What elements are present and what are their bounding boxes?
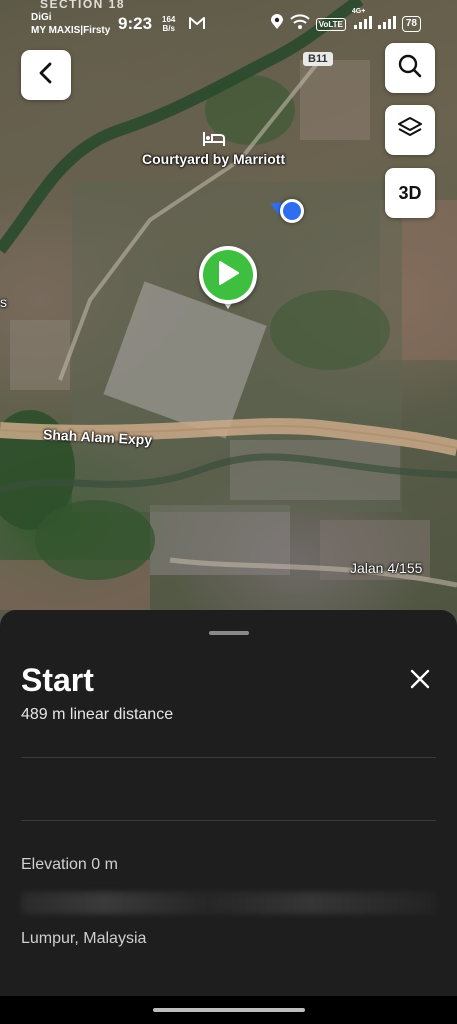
location-text: Lumpur, Malaysia [21, 930, 147, 947]
layers-icon [396, 115, 424, 146]
hotel-poi[interactable]: Courtyard by Marriott [140, 130, 290, 170]
wifi-icon [290, 13, 310, 35]
status-bar: SECTION 18 DiGi MY MAXIS|Firsty 9:23 164… [0, 0, 457, 42]
back-button[interactable] [21, 50, 71, 100]
route-shield: B11 [303, 52, 333, 66]
layers-button[interactable] [385, 105, 435, 155]
current-location-dot [280, 199, 304, 223]
volte-badge: VoLTE [315, 17, 346, 31]
home-indicator[interactable] [153, 1008, 305, 1012]
section-label: SECTION 18 [40, 0, 126, 11]
carrier-2: MY MAXIS|Firsty [31, 25, 111, 36]
signal-icon-2 [377, 14, 396, 35]
bottom-sheet: Start 489 m linear distance Elevation 0 … [0, 610, 457, 1024]
gmail-icon [188, 16, 206, 35]
chevron-left-icon [37, 61, 55, 90]
edge-label-fragment: s [0, 294, 7, 310]
location-icon [270, 13, 284, 35]
search-icon [397, 53, 423, 84]
3d-label: 3D [398, 182, 422, 203]
divider-1 [21, 757, 436, 758]
sheet-drag-handle[interactable] [209, 631, 249, 635]
3d-toggle-button[interactable]: 3D [385, 168, 435, 218]
net-speed: 164 B/s [162, 15, 175, 33]
network-type: 4G+ [351, 7, 366, 15]
start-pin-fill [203, 250, 253, 300]
search-button[interactable] [385, 43, 435, 93]
close-icon [409, 668, 431, 695]
battery-indicator: 78 [401, 16, 421, 32]
bed-icon [202, 130, 226, 153]
net-speed-unit: B/s [162, 24, 175, 33]
divider-2 [21, 820, 436, 821]
net-speed-value: 164 [162, 15, 176, 24]
hotel-label: Courtyard by Marriott [142, 151, 286, 167]
sheet-title: Start [21, 662, 94, 698]
elevation-text: Elevation 0 m [21, 856, 118, 873]
road-label: Jalan 4/155 [350, 560, 423, 576]
blurred-address [21, 892, 436, 914]
status-icons: VoLTE 4G+ 78 [270, 8, 421, 35]
clock: 9:23 [118, 14, 153, 33]
satellite-map[interactable]: B11 Courtyard by Marriott Shah Alam Expy… [0, 0, 457, 640]
carrier-1: DiGi [31, 12, 52, 23]
signal-icon-1: 4G+ [352, 8, 372, 35]
start-pin[interactable] [199, 246, 257, 304]
linear-distance: 489 m linear distance [21, 706, 174, 723]
close-button[interactable] [405, 666, 435, 696]
play-icon [216, 260, 240, 291]
route-shield-label: B11 [308, 53, 328, 65]
